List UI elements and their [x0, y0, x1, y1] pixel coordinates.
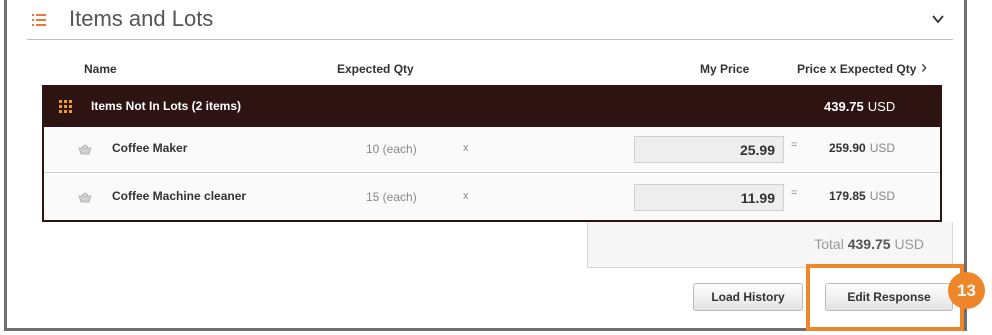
- equals-sign: =: [791, 187, 798, 199]
- total-summary: Total 439.75 USD: [587, 222, 953, 268]
- item-expected-qty: 10 (each): [366, 142, 417, 156]
- basket-icon: [78, 192, 92, 203]
- list-icon: [32, 14, 46, 26]
- grid-icon: [59, 100, 72, 113]
- chevron-down-icon[interactable]: [931, 12, 945, 26]
- group-header[interactable]: Items Not In Lots (2 items) 439.75 USD: [44, 87, 940, 127]
- column-header-my-price[interactable]: My Price: [700, 62, 749, 76]
- multiply-sign: x: [463, 190, 469, 202]
- section-header[interactable]: Items and Lots: [27, 0, 953, 40]
- table-row: Coffee Maker 10 (each) x 25.99 = 259.90 U…: [44, 127, 940, 173]
- column-header-price-x-qty[interactable]: Price x Expected Qty: [797, 62, 916, 76]
- group-total: 439.75 USD: [824, 99, 896, 114]
- multiply-sign: x: [463, 142, 469, 154]
- my-price-field[interactable]: 25.99: [634, 136, 784, 163]
- section-title: Items and Lots: [69, 6, 214, 31]
- item-expected-qty: 15 (each): [366, 190, 417, 204]
- line-total: 259.90 USD: [829, 141, 896, 155]
- line-total: 179.85 USD: [829, 189, 896, 203]
- my-price-field[interactable]: 11.99: [634, 184, 784, 211]
- equals-sign: =: [791, 139, 798, 151]
- items-not-in-lots-group: Items Not In Lots (2 items) 439.75 USD Co…: [42, 85, 942, 222]
- callout-highlight: [806, 264, 964, 331]
- column-header-expected-qty[interactable]: Expected Qty: [337, 62, 414, 76]
- column-header-name[interactable]: Name: [84, 62, 117, 76]
- basket-icon: [78, 144, 92, 155]
- total-text: Total 439.75 USD: [814, 236, 924, 252]
- table-row: Coffee Machine cleaner 15 (each) x 11.99…: [44, 175, 940, 220]
- load-history-button[interactable]: Load History: [693, 283, 803, 311]
- item-name[interactable]: Coffee Maker: [112, 141, 187, 155]
- group-title: Items Not In Lots (2 items): [91, 99, 242, 113]
- callout-badge: 13: [948, 272, 985, 309]
- item-name[interactable]: Coffee Machine cleaner: [112, 189, 246, 203]
- chevron-right-icon[interactable]: ›: [921, 57, 927, 78]
